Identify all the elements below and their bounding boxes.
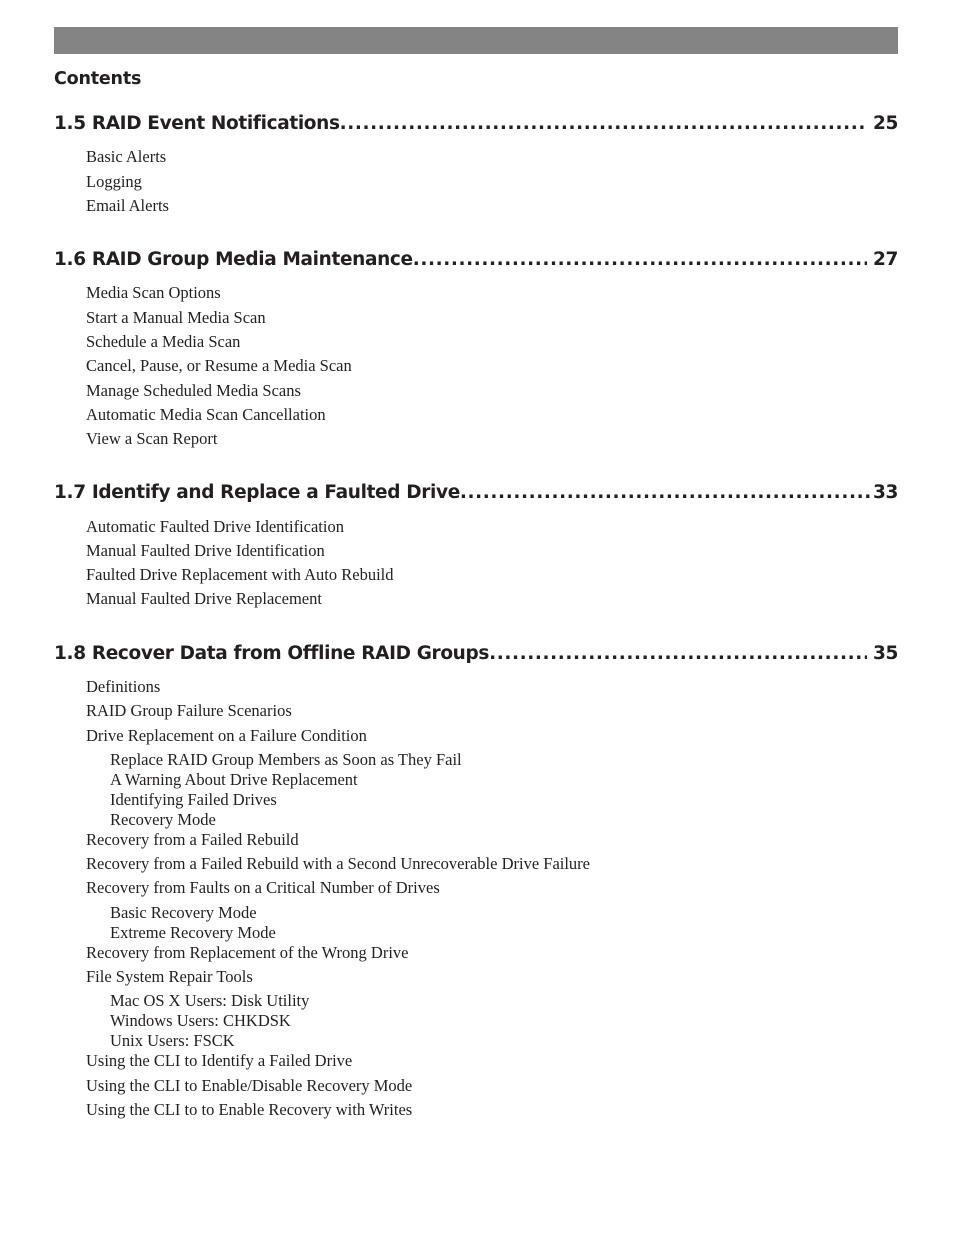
toc-entry-level-3[interactable]: Replace RAID Group Members as Soon as Th…	[110, 751, 898, 772]
toc-section-link[interactable]: 1.8 Recover Data from Offline RAID Group…	[54, 642, 898, 665]
toc-section-heading-wrapper: 1.8 Recover Data from Offline RAID Group…	[54, 642, 898, 665]
toc-entry-level-3[interactable]: Identifying Failed Drives	[110, 791, 898, 812]
toc-entry-level-2[interactable]: Logging	[86, 173, 898, 198]
toc-entry-level-2[interactable]: File System Repair Tools	[86, 968, 898, 993]
header-decorative-bar	[54, 27, 898, 54]
toc-section-page-number: 33	[872, 482, 898, 504]
toc-section-group: 1.6 RAID Group Media Maintenance 27 Media …	[54, 248, 898, 455]
toc-entry-level-3[interactable]: Basic Recovery Mode	[110, 904, 898, 925]
toc-entry-level-2[interactable]: Automatic Faulted Drive Identification	[86, 518, 898, 543]
toc-entry-level-2[interactable]: Manage Scheduled Media Scans	[86, 382, 898, 407]
toc-entry-level-2[interactable]: Using the CLI to to Enable Recovery with…	[86, 1101, 898, 1126]
toc-entry-level-2[interactable]: Schedule a Media Scan	[86, 333, 898, 358]
toc-entry-level-2[interactable]: Using the CLI to Enable/Disable Recovery…	[86, 1077, 898, 1102]
toc-entry-level-2[interactable]: Definitions	[86, 678, 898, 703]
toc-section-link[interactable]: 1.6 RAID Group Media Maintenance 27	[54, 248, 898, 271]
toc-entry-level-2[interactable]: Email Alerts	[86, 197, 898, 222]
toc-entry-level-2[interactable]: View a Scan Report	[86, 430, 898, 455]
toc-section-heading-wrapper: 1.7 Identify and Replace a Faulted Drive…	[54, 481, 898, 504]
toc-entry-level-2[interactable]: Drive Replacement on a Failure Condition	[86, 727, 898, 752]
toc-section-heading-wrapper: 1.6 RAID Group Media Maintenance 27	[54, 248, 898, 271]
toc-entry-level-2[interactable]: Cancel, Pause, or Resume a Media Scan	[86, 357, 898, 382]
toc-section-label: 1.6 RAID Group Media Maintenance	[54, 249, 413, 271]
toc-entry-level-2[interactable]: Media Scan Options	[86, 285, 898, 309]
toc-entry-level-3[interactable]: Windows Users: CHKDSK	[110, 1013, 898, 1033]
toc-entry-level-2[interactable]: RAID Group Failure Scenarios	[86, 702, 898, 727]
dot-leader	[489, 642, 867, 665]
toc-entry-level-2[interactable]: Recovery from Faults on a Critical Numbe…	[86, 880, 898, 904]
toc-entry-level-3[interactable]: Recovery Mode	[110, 811, 898, 832]
toc-entry-level-2[interactable]: Faulted Drive Replacement with Auto Rebu…	[86, 566, 898, 591]
document-page: Contents 1.5 RAID Event Notifications 25 B…	[0, 0, 954, 1235]
toc-section-group: 1.8 Recover Data from Offline RAID Group…	[54, 642, 898, 1126]
toc-entry-level-2[interactable]: Manual Faulted Drive Replacement	[86, 591, 898, 615]
toc-entry-level-3[interactable]: Unix Users: FSCK	[110, 1033, 898, 1053]
toc-entry-level-2[interactable]: Recovery from a Failed Rebuild	[86, 831, 898, 856]
toc-entry-level-2[interactable]: Recovery from Replacement of the Wrong D…	[86, 944, 898, 969]
toc-entry-level-3[interactable]: Mac OS X Users: Disk Utility	[110, 993, 898, 1013]
toc-section-page-number: 27	[872, 249, 898, 271]
toc-entry-level-3[interactable]: A Warning About Drive Replacement	[110, 771, 898, 792]
toc-entry-level-2[interactable]: Basic Alerts	[86, 149, 898, 173]
toc-entry-level-3[interactable]: Extreme Recovery Mode	[110, 924, 898, 945]
page-title: Contents	[54, 69, 142, 89]
toc-section-group: 1.7 Identify and Replace a Faulted Drive…	[54, 481, 898, 615]
toc-entry-level-2[interactable]: Manual Faulted Drive Identification	[86, 542, 898, 567]
toc-section-link[interactable]: 1.7 Identify and Replace a Faulted Drive…	[54, 481, 898, 504]
table-of-contents: Contents 1.5 RAID Event Notifications 25 B…	[54, 69, 898, 1126]
dot-leader	[460, 481, 873, 504]
toc-section-label: 1.8 Recover Data from Offline RAID Group…	[54, 642, 490, 664]
toc-section-heading-wrapper: 1.5 RAID Event Notifications 25	[54, 112, 898, 135]
dot-leader	[413, 248, 867, 271]
toc-section-page-number: 35	[872, 642, 898, 664]
toc-section-label: 1.7 Identify and Replace a Faulted Drive	[54, 482, 460, 504]
dot-leader	[340, 112, 867, 135]
toc-entry-level-2[interactable]: Automatic Media Scan Cancellation	[86, 406, 898, 431]
toc-sections-container: 1.5 RAID Event Notifications 25 Basic Aler…	[54, 112, 898, 1126]
toc-entry-level-2[interactable]: Using the CLI to Identify a Failed Drive	[86, 1052, 898, 1077]
toc-entry-level-2[interactable]: Recovery from a Failed Rebuild with a Se…	[86, 855, 898, 880]
toc-entry-level-2[interactable]: Start a Manual Media Scan	[86, 309, 898, 334]
toc-section-page-number: 25	[872, 113, 898, 135]
toc-section-label: 1.5 RAID Event Notifications	[54, 113, 340, 135]
toc-section-link[interactable]: 1.5 RAID Event Notifications 25	[54, 112, 898, 135]
toc-section-group: 1.5 RAID Event Notifications 25 Basic Aler…	[54, 112, 898, 222]
